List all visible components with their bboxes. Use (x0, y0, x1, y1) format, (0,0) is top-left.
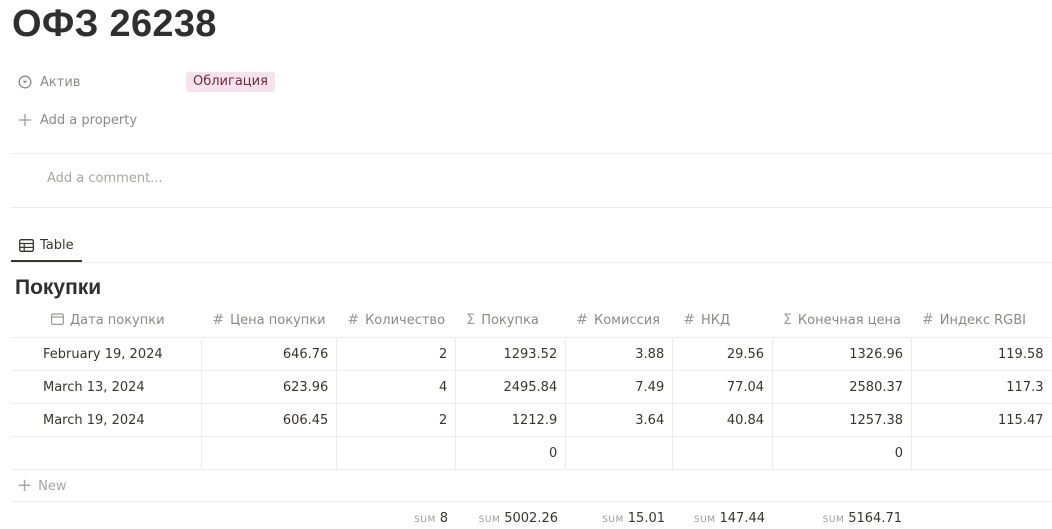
table-cell[interactable]: 7.49 (565, 370, 674, 404)
table-cell[interactable]: 2495.84 (455, 370, 567, 404)
table-cell[interactable]: 623.96 (201, 370, 338, 404)
table-cell[interactable]: 117.3 (911, 370, 1052, 404)
table-cell[interactable]: 0 (455, 436, 567, 470)
table-cell[interactable]: 3.88 (565, 337, 674, 371)
add-property-label: Add a property (40, 112, 138, 128)
new-row-label: New (38, 478, 67, 494)
column-header-pokupka[interactable]: Σ Покупка (456, 303, 566, 338)
sum-konechnaya-tsena[interactable]: SUM 5164.71 (823, 511, 902, 526)
table-row[interactable]: March 19, 2024 606.45 2 1212.9 3.64 40.8… (11, 403, 1052, 437)
table-cell[interactable]: 40.84 (672, 403, 774, 437)
table-cell[interactable] (11, 436, 203, 470)
table-cell[interactable]: 77.04 (672, 370, 774, 404)
divider (11, 501, 1052, 502)
table-row[interactable]: March 13, 2024 623.96 4 2495.84 7.49 77.… (11, 370, 1052, 404)
column-header-konechnaya-tsena[interactable]: Σ Конечная цена (773, 303, 912, 338)
table-cell[interactable]: 3.64 (565, 403, 674, 437)
column-header-komissiya[interactable]: # Комиссия (566, 303, 673, 338)
column-label: Количество (365, 313, 446, 328)
divider (11, 153, 1052, 154)
sum-label: SUM (822, 515, 845, 525)
table-cell[interactable]: 1293.52 (455, 337, 567, 371)
table-cell[interactable] (201, 436, 338, 470)
table-cell[interactable]: 119.58 (911, 337, 1052, 371)
sum-label: SUM (478, 515, 501, 525)
page-title[interactable]: ОФЗ 26238 (12, 2, 217, 46)
sum-kolichestvo[interactable]: SUM 8 (414, 511, 448, 526)
sum-value: 5002.26 (504, 511, 558, 526)
column-header-kolichestvo[interactable]: # Количество (337, 303, 456, 338)
sum-value: 15.01 (627, 511, 665, 526)
table-cell[interactable]: February 19, 2024 (11, 337, 203, 371)
sum-komissiya[interactable]: SUM 15.01 (602, 511, 665, 526)
table-cell[interactable] (672, 436, 774, 470)
table-cell[interactable] (911, 436, 1052, 470)
purchases-table: Дата покупки # Цена покупки # Количество Σ… (11, 303, 1052, 470)
table-cell[interactable]: 4 (336, 370, 457, 404)
tab-table-label: Table (40, 237, 74, 253)
number-icon: # (683, 312, 695, 328)
plus-icon (16, 111, 34, 129)
formula-icon: Σ (466, 312, 476, 328)
tab-table[interactable]: Table (11, 230, 82, 262)
column-header-indeks-rgbi[interactable]: # Индекс RGBI (912, 303, 1052, 338)
divider (11, 262, 1052, 263)
table-cell[interactable]: 1326.96 (772, 337, 913, 371)
property-aktiv-label: Актив (40, 74, 81, 90)
plus-icon: + (17, 475, 33, 496)
table-cell[interactable]: 2 (336, 337, 457, 371)
column-label: Дата покупки (70, 313, 165, 328)
column-label: Покупка (481, 313, 539, 328)
sum-label: SUM (602, 515, 624, 525)
table-cell[interactable]: 2580.37 (772, 370, 913, 404)
table-row[interactable]: 0 0 (11, 436, 1052, 470)
sum-nkd[interactable]: SUM 147.44 (694, 511, 765, 526)
table-cell[interactable]: 2 (336, 403, 457, 437)
sum-value: 5164.71 (848, 511, 902, 526)
column-label: Индекс RGBI (939, 313, 1026, 328)
table-cell[interactable]: 29.56 (672, 337, 774, 371)
sum-label: SUM (693, 515, 716, 525)
new-row-button[interactable]: + New (17, 476, 66, 496)
table-cell[interactable]: 115.47 (911, 403, 1052, 437)
column-header-tsena-pokupki[interactable]: # Цена покупки (202, 303, 337, 338)
column-label: Комиссия (593, 313, 660, 328)
number-icon: # (212, 312, 225, 328)
column-header-data-pokupki[interactable]: Дата покупки (11, 303, 202, 338)
select-property-icon (16, 73, 34, 91)
add-property-button[interactable]: Add a property (16, 107, 137, 133)
number-icon: # (576, 312, 588, 328)
table-title[interactable]: Покупки (15, 276, 101, 300)
property-aktiv[interactable]: Актив (16, 69, 80, 95)
sum-value: 147.44 (719, 511, 766, 526)
formula-icon: Σ (783, 312, 792, 328)
table-cell[interactable] (565, 436, 674, 470)
column-header-nkd[interactable]: # НКД (673, 303, 773, 338)
column-label: Цена покупки (230, 313, 326, 328)
number-icon: # (922, 312, 934, 328)
sum-pokupka[interactable]: SUM 5002.26 (479, 511, 558, 526)
table-cell[interactable]: 646.76 (201, 337, 338, 371)
table-header-row: Дата покупки # Цена покупки # Количество Σ… (11, 303, 1052, 338)
table-cell[interactable]: 1257.38 (772, 403, 913, 437)
table-cell[interactable]: March 13, 2024 (11, 370, 203, 404)
calendar-icon (51, 312, 65, 328)
table-cell[interactable] (336, 436, 457, 470)
sum-value: 8 (439, 511, 448, 526)
property-aktiv-value[interactable]: Облигация (186, 72, 275, 92)
table-cell[interactable]: March 19, 2024 (11, 403, 203, 437)
table-icon (19, 238, 34, 252)
column-label: Конечная цена (797, 313, 902, 328)
number-icon: # (347, 312, 360, 328)
table-cell[interactable]: 1212.9 (455, 403, 567, 437)
sum-label: SUM (414, 515, 436, 525)
table-row[interactable]: February 19, 2024 646.76 2 1293.52 3.88 … (11, 337, 1052, 371)
table-cell[interactable]: 606.45 (201, 403, 338, 437)
divider (11, 207, 1052, 208)
table-cell[interactable]: 0 (772, 436, 913, 470)
column-label: НКД (700, 313, 731, 328)
comment-input[interactable]: Add a comment... (47, 171, 163, 186)
